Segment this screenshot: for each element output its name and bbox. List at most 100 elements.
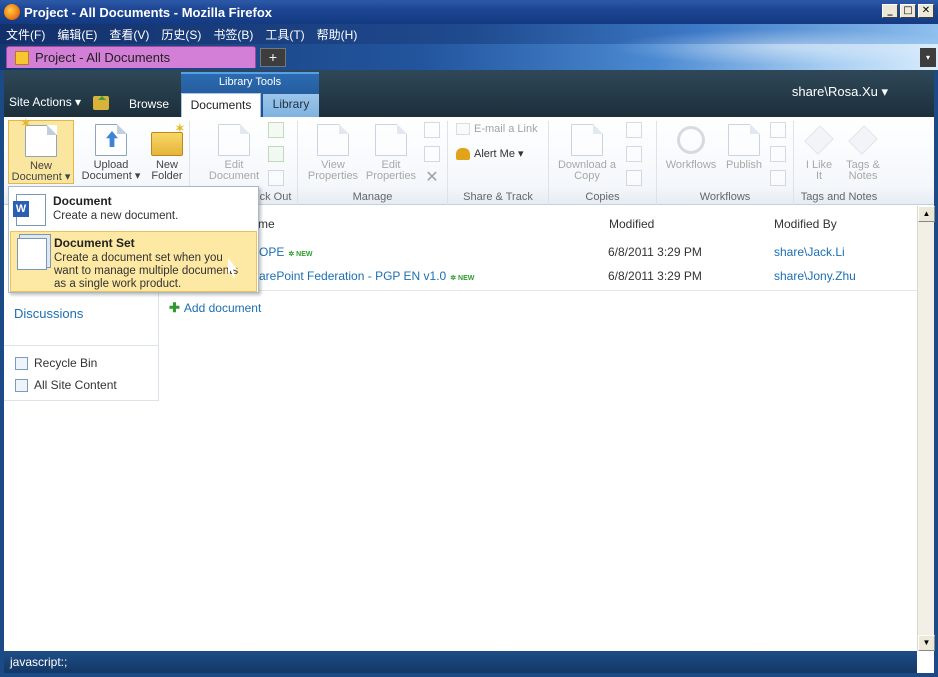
nav-recycle-bin[interactable]: Recycle Bin bbox=[15, 356, 97, 370]
download-icon bbox=[571, 124, 603, 156]
menu-file[interactable]: 文件(F) bbox=[6, 26, 45, 43]
edit-props-label-2: Properties bbox=[365, 170, 417, 182]
unpublish-icon[interactable] bbox=[770, 122, 786, 138]
window-title: Project - All Documents - Mozilla Firefo… bbox=[24, 4, 272, 20]
tab-library[interactable]: Library bbox=[263, 94, 319, 117]
go-to-source-icon[interactable] bbox=[626, 170, 642, 186]
email-link-button[interactable]: E-mail a Link bbox=[456, 123, 538, 135]
site-actions-menu[interactable]: Site Actions ▾ bbox=[9, 95, 81, 109]
table-row-2-name[interactable]: arePoint Federation - PGP EN v1.0 ✲ NEW bbox=[259, 269, 474, 283]
new-tab-button[interactable]: + bbox=[260, 48, 286, 67]
window-titlebar: Project - All Documents - Mozilla Firefo… bbox=[0, 0, 938, 24]
menu-edit[interactable]: 编辑(E) bbox=[57, 26, 97, 43]
menu-history[interactable]: 历史(S) bbox=[161, 26, 201, 43]
email-link-label: E-mail a Link bbox=[474, 123, 538, 135]
status-bar: javascript:; bbox=[4, 651, 917, 673]
firefox-icon bbox=[4, 4, 20, 20]
minimize-button[interactable]: _ bbox=[882, 4, 898, 18]
document-link[interactable]: arePoint Federation - PGP EN v1.0 bbox=[259, 269, 446, 283]
menu-tools[interactable]: 工具(T) bbox=[265, 26, 304, 43]
new-badge: ✲ NEW bbox=[288, 251, 313, 258]
plus-icon: ✚ bbox=[169, 300, 180, 315]
word-document-icon bbox=[13, 194, 46, 226]
alert-me-button[interactable]: Alert Me ▾ bbox=[456, 147, 524, 160]
workflow-icon bbox=[677, 126, 705, 154]
tab-list-dropdown[interactable]: ▾ bbox=[920, 48, 936, 67]
nav-discussions[interactable]: Discussions bbox=[14, 306, 83, 321]
nav-divider bbox=[4, 345, 159, 346]
user-menu[interactable]: share\Rosa.Xu ▾ bbox=[792, 84, 888, 100]
approve-reject-icon[interactable] bbox=[770, 146, 786, 162]
manage-copies-icon[interactable] bbox=[626, 146, 642, 162]
discard-checkout-icon[interactable] bbox=[268, 170, 284, 186]
vertical-scrollbar[interactable]: ▲ ▼ bbox=[917, 206, 935, 651]
new-document-button[interactable]: ✶ New Document ▾ bbox=[8, 115, 74, 184]
tag-icon bbox=[848, 125, 878, 155]
menu-bookmarks[interactable]: 书签(B) bbox=[213, 26, 253, 43]
window-frame-right bbox=[934, 70, 938, 677]
column-modified-by[interactable]: Modified By bbox=[774, 217, 837, 231]
share-group-label: Share & Track bbox=[463, 191, 533, 203]
recycle-bin-label: Recycle Bin bbox=[34, 356, 98, 370]
view-properties-button[interactable]: View Properties bbox=[302, 124, 364, 182]
upload-document-button[interactable]: Upload Document ▾ bbox=[78, 124, 144, 182]
new-folder-button[interactable]: ✶ New Folder bbox=[146, 121, 188, 182]
copies-group-label: Copies bbox=[585, 191, 620, 203]
menu-item-docset-desc: Create a document set when you want to m… bbox=[54, 252, 239, 290]
new-document-label-2: Document ▾ bbox=[11, 171, 71, 183]
maximize-button[interactable]: □ bbox=[900, 4, 916, 18]
send-to-icon[interactable] bbox=[626, 122, 642, 138]
upload-icon bbox=[95, 124, 127, 156]
scroll-up-button[interactable]: ▲ bbox=[918, 206, 935, 222]
column-name[interactable]: me bbox=[258, 217, 275, 231]
delete-icon[interactable]: ✕ bbox=[424, 170, 440, 186]
menu-help[interactable]: 帮助(H) bbox=[317, 26, 358, 43]
tab-browse[interactable]: Browse bbox=[129, 97, 169, 111]
column-modified[interactable]: Modified bbox=[609, 217, 654, 231]
site-content-icon bbox=[15, 378, 28, 392]
upload-label-2: Document ▾ bbox=[81, 170, 141, 182]
folder-icon: ✶ bbox=[151, 121, 186, 156]
add-document-link[interactable]: ✚ Add document bbox=[169, 300, 261, 316]
navigate-up-icon[interactable] bbox=[93, 96, 109, 110]
window-frame-bottom bbox=[0, 673, 938, 677]
workflows-label: Workflows bbox=[665, 159, 717, 171]
arrow-up-icon bbox=[106, 131, 118, 147]
table-row-1-author[interactable]: share\Jack.Li bbox=[774, 245, 845, 259]
document-link[interactable]: OPE bbox=[259, 245, 284, 259]
edit-document-button[interactable]: Edit Document bbox=[204, 124, 264, 182]
edit-document-label-2: Document bbox=[208, 170, 260, 182]
publish-button[interactable]: Publish bbox=[722, 124, 766, 171]
browser-tab-active[interactable]: Project - All Documents bbox=[6, 46, 256, 68]
version-history-icon[interactable] bbox=[424, 122, 440, 138]
close-button[interactable]: ✕ bbox=[918, 4, 934, 18]
table-row-2-modified: 6/8/2011 3:29 PM bbox=[608, 269, 702, 283]
menu-item-document[interactable]: Document Create a new document. bbox=[10, 188, 257, 230]
check-in-icon[interactable] bbox=[268, 146, 284, 162]
edit-properties-button[interactable]: Edit Properties bbox=[362, 124, 420, 182]
library-tools-label: Library Tools bbox=[218, 76, 282, 88]
site-favicon-icon bbox=[15, 50, 29, 65]
edit-properties-icon bbox=[375, 124, 407, 156]
tab-documents[interactable]: Documents bbox=[181, 93, 261, 117]
new-badge: ✲ NEW bbox=[450, 275, 475, 282]
sparkle-icon: ✶ bbox=[20, 115, 32, 131]
check-out-icon[interactable] bbox=[268, 122, 284, 138]
scroll-down-button[interactable]: ▼ bbox=[918, 635, 935, 651]
tags-notes-button[interactable]: Tags & Notes bbox=[840, 124, 886, 182]
table-row-2-author[interactable]: share\Jony.Zhu bbox=[774, 269, 856, 283]
download-copy-button[interactable]: Download a Copy bbox=[552, 124, 622, 182]
i-like-it-button[interactable]: I Like It bbox=[800, 124, 838, 182]
cancel-approval-icon[interactable] bbox=[770, 170, 786, 186]
browser-tab-title: Project - All Documents bbox=[35, 50, 171, 65]
menu-item-docset-title: Document Set bbox=[54, 236, 135, 250]
workflows-button[interactable]: Workflows bbox=[660, 124, 722, 171]
menu-view[interactable]: 查看(V) bbox=[109, 26, 149, 43]
email-icon bbox=[456, 123, 470, 135]
menu-item-document-title: Document bbox=[53, 194, 112, 208]
document-permissions-icon[interactable] bbox=[424, 146, 440, 162]
table-row-1-name[interactable]: OPE ✲ NEW bbox=[259, 245, 313, 259]
menu-item-document-set[interactable]: Document Set Create a document set when … bbox=[10, 231, 257, 292]
nav-all-site-content[interactable]: All Site Content bbox=[15, 378, 117, 392]
alert-me-label: Alert Me ▾ bbox=[474, 148, 524, 160]
